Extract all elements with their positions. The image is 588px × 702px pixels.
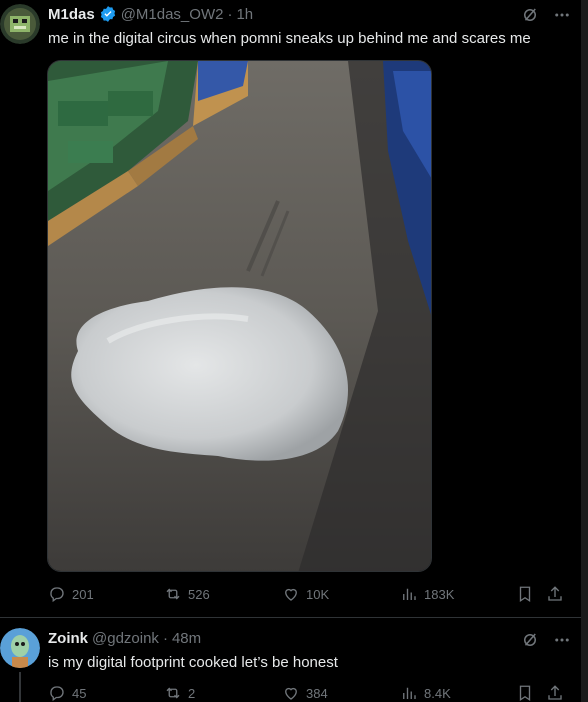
tweet-actions: 45 2 384 8.4K: [48, 684, 568, 702]
display-name[interactable]: M1das: [48, 6, 95, 23]
share-button[interactable]: [546, 684, 564, 702]
more-icon[interactable]: [553, 631, 571, 649]
timestamp[interactable]: 1h: [236, 6, 253, 23]
tweet-header: M1das @M1das_OW2 · 1h: [48, 5, 253, 23]
like-count: 384: [306, 685, 328, 701]
timestamp[interactable]: 48m: [172, 630, 201, 647]
views-count: 183K: [424, 586, 455, 602]
bookmark-icon: [519, 685, 531, 702]
thread-line: [19, 672, 21, 702]
display-name[interactable]: Zoink: [48, 630, 88, 647]
scrollbar[interactable]: [581, 0, 588, 702]
tweet-media-image[interactable]: [47, 60, 432, 572]
repost-count: 526: [188, 586, 210, 602]
verified-badge-icon: [100, 6, 115, 22]
views-button[interactable]: 8.4K: [400, 684, 451, 702]
bookmark-button[interactable]: [516, 585, 534, 603]
repost-button[interactable]: 526: [164, 585, 210, 603]
reply-button[interactable]: 201: [48, 585, 94, 603]
grok-icon[interactable]: [521, 6, 539, 24]
tweet-text: me in the digital circus when pomni snea…: [48, 30, 531, 47]
more-icon[interactable]: [553, 6, 571, 24]
handle[interactable]: @M1das_OW2: [121, 6, 224, 23]
avatar[interactable]: [0, 4, 40, 44]
views-button[interactable]: 183K: [400, 585, 454, 603]
like-button[interactable]: 10K: [282, 585, 329, 603]
repost-icon: [166, 687, 180, 699]
reply-icon: [50, 686, 64, 702]
like-button[interactable]: 384: [282, 684, 328, 702]
views-icon: [403, 588, 416, 600]
like-icon: [285, 687, 297, 700]
like-count: 10K: [306, 586, 330, 602]
repost-count: 2: [188, 685, 196, 701]
reply-icon: [50, 587, 64, 603]
tweet-header: Zoink @gdzoink · 48m: [48, 630, 201, 647]
views-icon: [403, 687, 416, 699]
share-icon: [548, 685, 562, 700]
separator: ·: [162, 630, 168, 647]
share-button[interactable]: [546, 585, 564, 603]
repost-icon: [166, 588, 180, 600]
views-count: 8.4K: [424, 685, 451, 701]
tweet-1[interactable]: M1das @M1das_OW2 · 1h me in the digital …: [0, 0, 581, 616]
repost-button[interactable]: 2: [164, 684, 195, 702]
bookmark-icon: [519, 586, 531, 603]
reply-button[interactable]: 45: [48, 684, 86, 702]
separator: ·: [227, 5, 233, 23]
share-icon: [548, 586, 562, 601]
bookmark-button[interactable]: [516, 684, 534, 702]
tweet-actions: 201 526 10K 183K: [48, 585, 568, 605]
handle[interactable]: @gdzoink: [92, 630, 159, 647]
reply-count: 45: [72, 685, 87, 701]
tweet-text: is my digital footprint cooked let’s be …: [48, 654, 338, 671]
tweet-2[interactable]: Zoink @gdzoink · 48m is my digital footp…: [0, 618, 581, 702]
like-icon: [285, 588, 297, 601]
avatar[interactable]: [0, 628, 40, 668]
reply-count: 201: [72, 586, 94, 602]
grok-icon[interactable]: [521, 631, 539, 649]
